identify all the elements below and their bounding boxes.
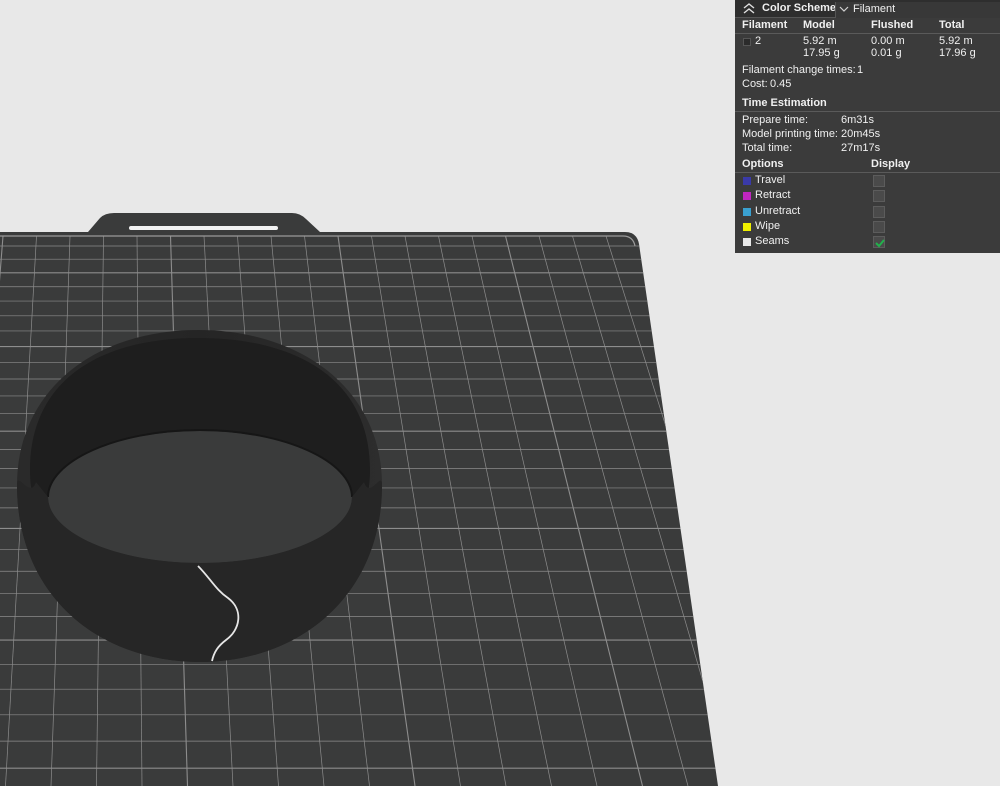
model-length: 5.92 m — [803, 35, 837, 47]
model-printing-time-label: Model printing time: — [742, 128, 838, 140]
model-weight: 17.95 g — [803, 47, 840, 59]
plate-tab-slot — [129, 226, 278, 230]
option-seams-label: Seams — [755, 235, 790, 247]
options-title: Options — [742, 158, 784, 170]
model-printing-time-value: 20m45s — [841, 128, 881, 140]
travel-color-swatch — [743, 177, 751, 185]
filament-change-label: Filament change times: — [742, 64, 856, 76]
cost-value: 0.45 — [770, 78, 792, 90]
col-header-filament: Filament — [742, 19, 788, 31]
legend-panel: Color Scheme Filament Filament Model Flu… — [735, 0, 1000, 253]
total-length: 5.92 m — [939, 35, 973, 47]
total-time-value: 27m17s — [841, 142, 881, 154]
option-unretract-label: Unretract — [755, 205, 801, 217]
filament-color-swatch — [743, 38, 751, 46]
option-wipe-label: Wipe — [755, 220, 781, 232]
collapse-chevron-icon[interactable] — [743, 3, 755, 14]
divider — [735, 111, 1000, 112]
filament-change-value: 1 — [857, 64, 864, 76]
filament-id: 2 — [755, 35, 762, 47]
checkmark-icon — [875, 239, 885, 248]
chevron-down-icon — [839, 6, 849, 12]
time-estimation-title: Time Estimation — [742, 97, 827, 109]
unretract-color-swatch — [743, 208, 751, 216]
ring-model[interactable] — [17, 330, 382, 662]
display-title: Display — [871, 158, 911, 170]
unretract-display-checkbox[interactable] — [873, 206, 885, 218]
retract-display-checkbox[interactable] — [873, 190, 885, 202]
prepare-time-value: 6m31s — [841, 114, 875, 126]
option-retract-label: Retract — [755, 189, 791, 201]
color-scheme-value: Filament — [853, 3, 896, 15]
wipe-display-checkbox[interactable] — [873, 221, 885, 233]
color-scheme-title: Color Scheme — [762, 2, 836, 14]
flushed-weight: 0.01 g — [871, 47, 902, 59]
col-header-model: Model — [803, 19, 835, 31]
col-header-total: Total — [939, 19, 965, 31]
total-time-label: Total time: — [742, 142, 793, 154]
option-travel-label: Travel — [755, 174, 786, 186]
divider — [735, 33, 1000, 34]
flushed-length: 0.00 m — [871, 35, 905, 47]
legend-header: Color Scheme Filament — [735, 0, 1000, 18]
divider — [735, 172, 1000, 173]
wipe-color-swatch — [743, 223, 751, 231]
travel-display-checkbox[interactable] — [873, 175, 885, 187]
prepare-time-label: Prepare time: — [742, 114, 809, 126]
total-weight: 17.96 g — [939, 47, 976, 59]
col-header-flushed: Flushed — [871, 19, 914, 31]
cost-label: Cost: — [742, 78, 768, 90]
seams-display-checkbox[interactable] — [873, 236, 885, 248]
color-scheme-dropdown[interactable]: Filament — [835, 2, 1000, 18]
retract-color-swatch — [743, 192, 751, 200]
seams-color-swatch — [743, 238, 751, 246]
